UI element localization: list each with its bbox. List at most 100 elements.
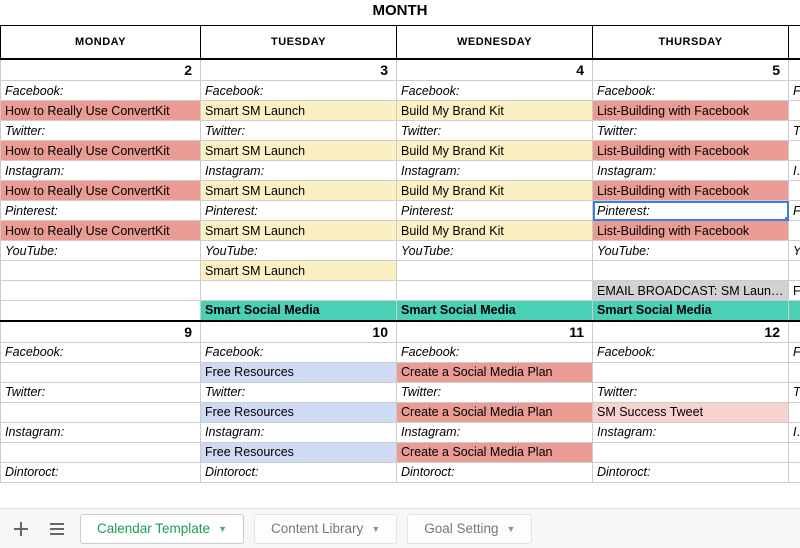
- platform-label[interactable]: Facebook:: [397, 342, 593, 362]
- content-cell[interactable]: Free Resources: [201, 442, 397, 462]
- platform-label[interactable]: Dintoroct:: [201, 462, 397, 482]
- platform-label[interactable]: Twitter:: [593, 121, 789, 141]
- content-cell[interactable]: [593, 442, 789, 462]
- col-friday[interactable]: [789, 26, 800, 60]
- platform-label[interactable]: Twitter:: [201, 382, 397, 402]
- all-sheets-button[interactable]: [44, 516, 70, 542]
- selected-cell[interactable]: Pinterest:: [593, 201, 789, 221]
- cell[interactable]: [789, 301, 800, 321]
- platform-label[interactable]: Twitter:: [201, 121, 397, 141]
- col-wednesday[interactable]: WEDNESDAY: [397, 26, 593, 60]
- content-cell[interactable]: SM Success Tweet: [593, 402, 789, 422]
- platform-label[interactable]: Dintoroct:: [593, 462, 789, 482]
- cell[interactable]: T: [789, 121, 800, 141]
- content-cell[interactable]: Free Resources: [201, 362, 397, 382]
- platform-label[interactable]: Instagram:: [201, 161, 397, 181]
- platform-label[interactable]: Dintoroct:: [397, 462, 593, 482]
- platform-label[interactable]: Dintoroct:: [1, 462, 201, 482]
- col-tuesday[interactable]: TUESDAY: [201, 26, 397, 60]
- content-cell[interactable]: List-Building with Facebook: [593, 141, 789, 161]
- calendar-grid[interactable]: MONDAY TUESDAY WEDNESDAY THURSDAY 2 3 4 …: [0, 25, 800, 508]
- content-cell[interactable]: Smart SM Launch: [201, 261, 397, 281]
- platform-label[interactable]: Facebook:: [201, 342, 397, 362]
- content-cell[interactable]: List-Building with Facebook: [593, 221, 789, 241]
- content-cell[interactable]: Smart SM Launch: [201, 181, 397, 201]
- content-cell[interactable]: Smart Social Media: [201, 301, 397, 321]
- platform-label[interactable]: Facebook:: [1, 81, 201, 101]
- cell[interactable]: I: [789, 422, 800, 442]
- content-cell[interactable]: [1, 301, 201, 321]
- content-cell[interactable]: Smart SM Launch: [201, 221, 397, 241]
- platform-label[interactable]: Twitter:: [593, 382, 789, 402]
- add-sheet-button[interactable]: [8, 516, 34, 542]
- platform-label[interactable]: Facebook:: [593, 81, 789, 101]
- platform-label[interactable]: Instagram:: [201, 422, 397, 442]
- platform-label[interactable]: Instagram:: [1, 161, 201, 181]
- platform-label[interactable]: Twitter:: [397, 121, 593, 141]
- cell[interactable]: T: [789, 382, 800, 402]
- date-cell[interactable]: 4: [397, 59, 593, 81]
- content-cell[interactable]: Smart Social Media: [593, 301, 789, 321]
- date-cell[interactable]: 12: [593, 321, 789, 343]
- content-cell[interactable]: Build My Brand Kit: [397, 141, 593, 161]
- cell[interactable]: [789, 221, 800, 241]
- content-cell[interactable]: How to Really Use ConvertKit: [1, 221, 201, 241]
- content-cell[interactable]: [1, 281, 201, 301]
- platform-label[interactable]: YouTube:: [201, 241, 397, 261]
- content-cell[interactable]: [201, 281, 397, 301]
- cell[interactable]: F: [789, 81, 800, 101]
- cell[interactable]: Y: [789, 241, 800, 261]
- cell[interactable]: [789, 59, 800, 81]
- content-cell[interactable]: [397, 261, 593, 281]
- cell[interactable]: [789, 462, 800, 482]
- platform-label[interactable]: Twitter:: [1, 382, 201, 402]
- content-cell[interactable]: Smart SM Launch: [201, 101, 397, 121]
- content-cell[interactable]: List-Building with Facebook: [593, 181, 789, 201]
- cell[interactable]: F: [789, 342, 800, 362]
- content-cell[interactable]: [593, 362, 789, 382]
- platform-label[interactable]: YouTube:: [1, 241, 201, 261]
- platform-label[interactable]: Instagram:: [593, 161, 789, 181]
- date-cell[interactable]: 9: [1, 321, 201, 343]
- content-cell[interactable]: Create a Social Media Plan: [397, 402, 593, 422]
- cell[interactable]: [789, 362, 800, 382]
- date-cell[interactable]: 5: [593, 59, 789, 81]
- cell[interactable]: I: [789, 161, 800, 181]
- content-cell[interactable]: Build My Brand Kit: [397, 101, 593, 121]
- tab-calendar-template[interactable]: Calendar Template ▼: [80, 514, 244, 544]
- platform-label[interactable]: Instagram:: [593, 422, 789, 442]
- platform-label[interactable]: Twitter:: [1, 121, 201, 141]
- platform-label[interactable]: Pinterest:: [201, 201, 397, 221]
- platform-label[interactable]: Instagram:: [1, 422, 201, 442]
- content-cell[interactable]: [1, 362, 201, 382]
- content-cell[interactable]: Free Resources: [201, 402, 397, 422]
- platform-label[interactable]: Instagram:: [397, 161, 593, 181]
- col-thursday[interactable]: THURSDAY: [593, 26, 789, 60]
- platform-label[interactable]: Instagram:: [397, 422, 593, 442]
- content-cell[interactable]: [1, 402, 201, 422]
- cell[interactable]: [789, 402, 800, 422]
- date-cell[interactable]: 10: [201, 321, 397, 343]
- platform-label[interactable]: Facebook:: [201, 81, 397, 101]
- content-cell[interactable]: Build My Brand Kit: [397, 181, 593, 201]
- platform-label[interactable]: Facebook:: [397, 81, 593, 101]
- cell[interactable]: [789, 261, 800, 281]
- content-cell[interactable]: [593, 261, 789, 281]
- date-cell[interactable]: 3: [201, 59, 397, 81]
- platform-label[interactable]: Pinterest:: [1, 201, 201, 221]
- date-cell[interactable]: 2: [1, 59, 201, 81]
- content-cell[interactable]: List-Building with Facebook: [593, 101, 789, 121]
- email-broadcast[interactable]: EMAIL BROADCAST: SM Launch: [593, 281, 789, 301]
- content-cell[interactable]: How to Really Use ConvertKit: [1, 101, 201, 121]
- content-cell[interactable]: Smart Social Media: [397, 301, 593, 321]
- content-cell[interactable]: How to Really Use ConvertKit: [1, 181, 201, 201]
- content-cell[interactable]: Build My Brand Kit: [397, 221, 593, 241]
- content-cell[interactable]: [1, 442, 201, 462]
- col-monday[interactable]: MONDAY: [1, 26, 201, 60]
- platform-label[interactable]: Facebook:: [593, 342, 789, 362]
- platform-label[interactable]: Pinterest:: [397, 201, 593, 221]
- content-cell[interactable]: Smart SM Launch: [201, 141, 397, 161]
- cell[interactable]: F: [789, 201, 800, 221]
- date-cell[interactable]: 11: [397, 321, 593, 343]
- content-cell[interactable]: How to Really Use ConvertKit: [1, 141, 201, 161]
